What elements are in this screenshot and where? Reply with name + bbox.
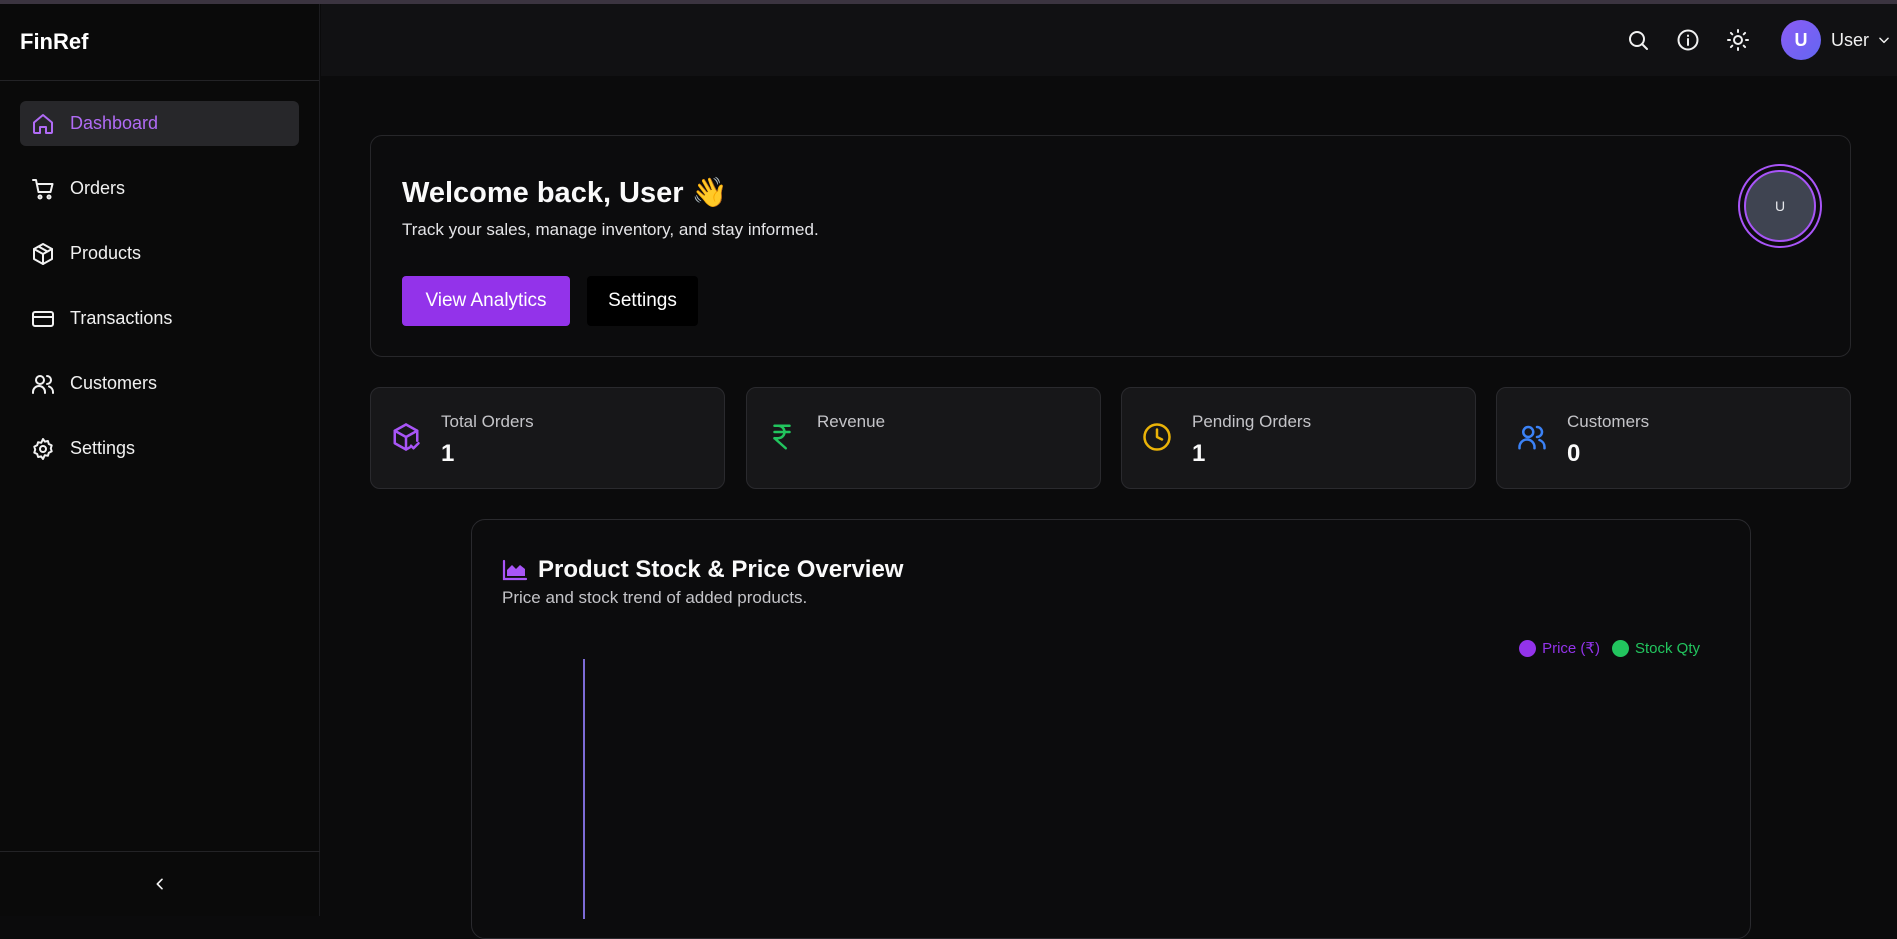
legend-dot-price	[1519, 639, 1537, 657]
search-icon	[1628, 31, 1648, 50]
sidebar-item-transactions[interactable]: Transactions	[20, 296, 299, 341]
legend-dot-stock	[1611, 639, 1629, 657]
stat-label: Revenue	[817, 412, 886, 431]
sun-icon	[1726, 29, 1749, 51]
chevron-left-icon	[156, 878, 163, 890]
cart-icon	[30, 176, 56, 202]
user-name: User	[1830, 29, 1869, 50]
collapse-sidebar-button[interactable]	[145, 869, 175, 899]
welcome-subtitle: Track your sales, manage inventory, and …	[402, 220, 819, 239]
sidebar-item-settings[interactable]: Settings	[20, 426, 299, 471]
legend-item-price[interactable]: Price (₹)	[1519, 639, 1600, 657]
stat-value: 1	[441, 440, 455, 467]
view-analytics-button[interactable]: View Analytics	[402, 276, 570, 326]
search-button[interactable]	[1623, 25, 1653, 55]
sidebar-item-label: Products	[70, 243, 142, 263]
area-chart-icon	[502, 559, 528, 581]
profile-avatar[interactable]: U	[1738, 164, 1822, 248]
users-icon	[1518, 425, 1546, 450]
sidebar-item-label: Transactions	[70, 308, 173, 328]
chart-card: Product Stock & Price Overview Price and…	[471, 519, 1751, 939]
sidebar-item-label: Customers	[70, 373, 158, 393]
credit-card-icon	[30, 306, 56, 332]
package-check-icon	[393, 423, 420, 451]
chart-y-axis	[583, 659, 585, 919]
stat-card-customers: Customers 0	[1496, 387, 1851, 489]
sidebar-item-products[interactable]: Products	[20, 231, 299, 276]
chart-title: Product Stock & Price Overview	[538, 556, 904, 583]
stat-label: Customers	[1567, 412, 1650, 431]
stat-card-revenue: Revenue	[746, 387, 1101, 489]
gear-icon	[30, 436, 56, 462]
welcome-title: Welcome back, User 👋	[402, 177, 728, 209]
stat-value: 1	[1192, 440, 1206, 467]
stat-card-total-orders: Total Orders 1	[370, 387, 725, 489]
welcome-card: Welcome back, User 👋 Track your sales, m…	[370, 135, 1851, 357]
users-icon	[30, 371, 56, 397]
sidebar: FinRef Dashboard Orders Products Transac…	[0, 4, 320, 916]
legend-item-stock[interactable]: Stock Qty	[1611, 639, 1700, 657]
chart-subtitle: Price and stock trend of added products.	[502, 588, 808, 607]
sidebar-item-customers[interactable]: Customers	[20, 361, 299, 406]
top-header: U User	[321, 4, 1897, 76]
sidebar-item-label: Dashboard	[70, 113, 159, 133]
sidebar-item-label: Orders	[70, 178, 126, 198]
profile-avatar-initial: U	[1744, 170, 1816, 242]
chart-legend: Price (₹) Stock Qty	[1507, 639, 1700, 657]
stat-card-pending-orders: Pending Orders 1	[1121, 387, 1476, 489]
home-icon	[30, 111, 56, 137]
legend-label-price: Price (₹)	[1542, 640, 1600, 657]
clock-icon	[1143, 423, 1171, 451]
legend-label-stock: Stock Qty	[1634, 639, 1700, 657]
brand-logo[interactable]: FinRef	[0, 4, 319, 81]
rupee-icon	[773, 424, 791, 450]
avatar: U	[1780, 20, 1821, 60]
settings-button[interactable]: Settings	[587, 276, 698, 326]
sidebar-footer	[0, 851, 320, 916]
chevron-down-icon	[1879, 37, 1889, 44]
sidebar-nav: Dashboard Orders Products Transactions C…	[0, 81, 319, 471]
info-button[interactable]	[1673, 25, 1703, 55]
sidebar-item-dashboard[interactable]: Dashboard	[20, 101, 299, 146]
header-actions: U User	[1623, 4, 1897, 76]
stat-value: 0	[1567, 440, 1581, 467]
sidebar-item-label: Settings	[70, 438, 136, 458]
theme-toggle-button[interactable]	[1723, 25, 1753, 55]
user-menu[interactable]: U User	[1780, 20, 1891, 60]
info-icon	[1677, 29, 1699, 51]
package-icon	[30, 241, 56, 267]
chart-header: Product Stock & Price Overview	[502, 556, 903, 584]
sidebar-item-orders[interactable]: Orders	[20, 166, 299, 211]
stat-label: Pending Orders	[1192, 412, 1312, 431]
stat-label: Total Orders	[441, 412, 534, 431]
